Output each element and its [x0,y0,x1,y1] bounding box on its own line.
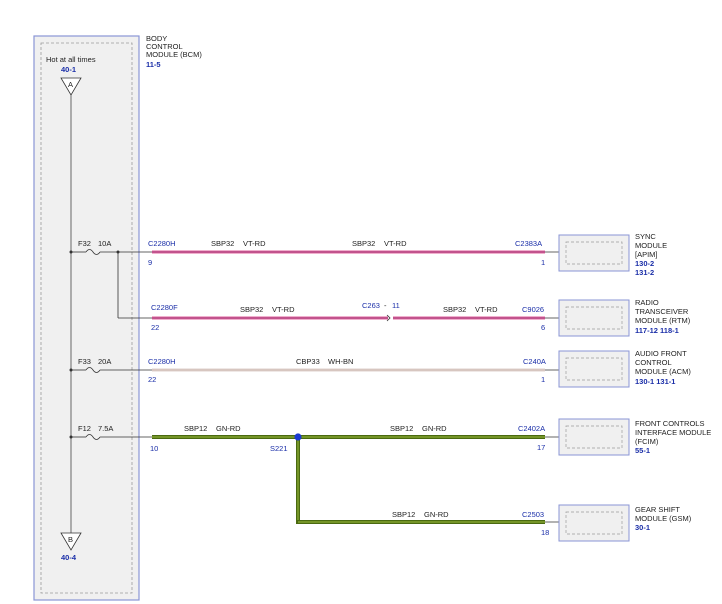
row2-wire-right-color: VT-RD [475,305,498,314]
row2-inline-connector: C263 [362,301,380,310]
row2-wire-left-color: VT-RD [272,305,295,314]
module-sync-ref-2[interactable]: 131-2 [635,268,654,277]
row2-to-connector: C9026 [522,305,544,314]
row4-wire-left-circuit: SBP12 [184,424,207,433]
hot-label: Hot at all times [46,55,96,64]
module-rtm-name-1: RADIO [635,298,659,307]
module-rtm-name-2: TRANSCEIVER [635,307,689,316]
row1-wire-right-circuit: SBP32 [352,239,375,248]
row2-wire-right-circuit: SBP32 [443,305,466,314]
module-acm-name-3: MODULE (ACM) [635,367,691,376]
module-sync-ref-1[interactable]: 130-2 [635,259,654,268]
module-fcim-ref[interactable]: 55-1 [635,446,650,455]
fuse-f32-rating: 10A [98,239,111,248]
row1-wire-left-circuit: SBP32 [211,239,234,248]
bcm-page-ref[interactable]: 11-5 [146,60,161,69]
module-acm-ref[interactable]: 130-1 131-1 [635,377,675,386]
splice-s221-label: S221 [270,444,288,453]
row5-wire-circuit: SBP12 [392,510,415,519]
module-rtm-ref[interactable]: 117-12 118-1 [635,326,679,335]
module-gsm-name-2: MODULE (GSM) [635,514,692,523]
row1-from-connector: C2280H [148,239,176,248]
module-sync-name-1: SYNC [635,232,656,241]
row3-wire-color: WH-BN [328,357,353,366]
module-acm-name-1: AUDIO FRONT [635,349,687,358]
module-sync-box [558,234,630,272]
row3-to-connector: C240A [523,357,546,366]
module-fcim-name-1: FRONT CONTROLS [635,419,704,428]
fuse-f12-id: F12 [78,424,91,433]
wiring-diagram: BODY CONTROL MODULE (BCM) 11-5 Hot at al… [33,34,711,601]
row2-to-pin: 6 [541,323,545,332]
row2-wire-left-circuit: SBP32 [240,305,263,314]
fuse-f33-id: F33 [78,357,91,366]
module-gsm-name-1: GEAR SHIFT [635,505,680,514]
row4-to-pin: 17 [537,443,545,452]
hot-ref-bottom[interactable]: 40-4 [61,553,77,562]
row4-from-pin: 10 [150,444,158,453]
row1-from-pin: 9 [148,258,152,267]
row3-to-pin: 1 [541,375,545,384]
splice-s221-dot [294,433,302,441]
module-fcim-name-3: (FCIM) [635,437,659,446]
hot-ref-top[interactable]: 40-1 [61,65,76,74]
row4-wire-left-color: GN-RD [216,424,241,433]
row5-wire-color: GN-RD [424,510,449,519]
row4-to-connector: C2402A [518,424,545,433]
fuse-f12-rating: 7.5A [98,424,113,433]
row1-wire-right-color: VT-RD [384,239,407,248]
module-sync-name-2: MODULE [635,241,667,250]
row2-from-pin: 22 [151,323,159,332]
bcm-name-line-3: MODULE (BCM) [146,50,202,59]
row3-wire-circuit: CBP33 [296,357,320,366]
row4-wire-right-color: GN-RD [422,424,447,433]
module-rtm-name-3: MODULE (RTM) [635,316,691,325]
module-fcim-name-2: INTERFACE MODULE [635,428,711,437]
row1-to-pin: 1 [541,258,545,267]
connector-a-label: A [68,80,73,89]
module-gsm-ref[interactable]: 30-1 [635,523,650,532]
row1-to-connector: C2383A [515,239,542,248]
fuse-f32-id: F32 [78,239,91,248]
row2-inline-pin: 11 [392,301,400,310]
module-acm-box [558,350,630,388]
module-sync-name-3: [APIM] [635,250,658,259]
module-acm-name-2: CONTROL [635,358,672,367]
row3-from-pin: 22 [148,375,156,384]
row2-from-connector: C2280F [151,303,178,312]
row2-inline-sep: - [384,301,387,310]
module-rtm-box [558,299,630,337]
row5-to-connector: C2503 [522,510,544,519]
row5-to-pin: 18 [541,528,549,537]
fuse-f33-rating: 20A [98,357,111,366]
row3-from-connector: C2280H [148,357,176,366]
row1-wire-left-color: VT-RD [243,239,266,248]
module-gsm-box [558,504,630,542]
row4-wire-right-circuit: SBP12 [390,424,413,433]
module-fcim-box [558,418,630,456]
connector-b-label: B [68,535,73,544]
